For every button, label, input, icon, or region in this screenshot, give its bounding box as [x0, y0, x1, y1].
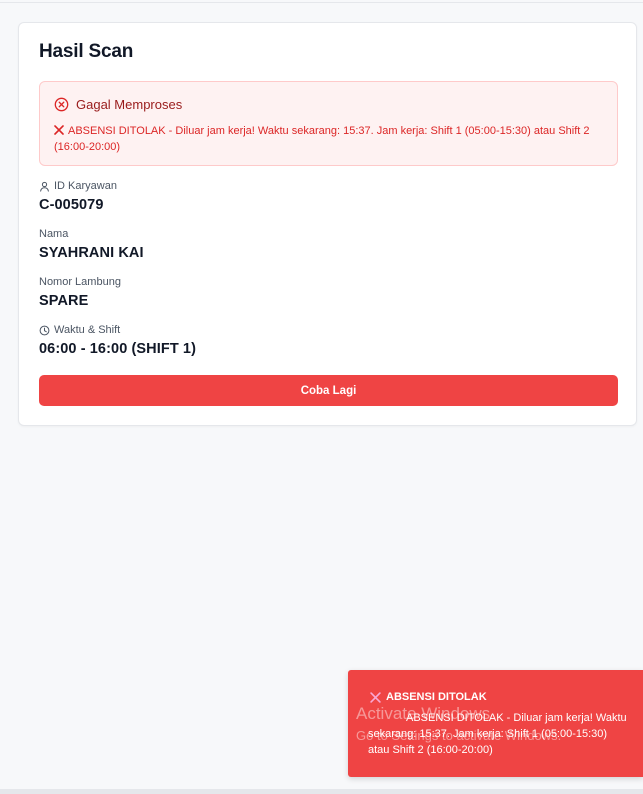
x-mark-icon: [370, 691, 381, 703]
user-icon: [40, 181, 49, 192]
employee-id-label: ID Karyawan: [54, 180, 117, 192]
alert-header: Gagal Memproses: [54, 97, 182, 112]
error-alert: Gagal Memproses ABSENSI DITOLAK - Diluar…: [39, 81, 618, 166]
x-circle-icon: [54, 97, 69, 112]
top-divider: [0, 2, 643, 3]
hull-number-label: Nomor Lambung: [39, 276, 121, 288]
watermark-line-1: Activate Windows: [356, 704, 491, 723]
time-shift-label: Waktu & Shift: [54, 324, 121, 336]
clock-icon: [39, 325, 50, 335]
field-hull-number: Nomor Lambung SPARE: [39, 275, 121, 309]
bottom-scrollbar: [0, 789, 643, 794]
field-employee-id: ID Karyawan C-005079: [39, 179, 117, 213]
x-mark-icon: [54, 124, 64, 135]
windows-activation-watermark: Activate Windows Go to Settings to activ…: [356, 703, 561, 747]
alert-message: ABSENSI DITOLAK - Diluar jam kerja! Wakt…: [54, 123, 604, 155]
scan-result-card: Hasil Scan Gagal Memproses ABSENSI DITOL…: [18, 22, 637, 426]
employee-id-value: C-005079: [39, 197, 104, 213]
alert-title: Gagal Memproses: [76, 97, 183, 112]
field-name: Nama SYAHRANI KAI: [39, 227, 144, 261]
name-value: SYAHRANI KAI: [39, 245, 144, 261]
name-label: Nama: [39, 228, 69, 240]
card-title: Hasil Scan: [39, 41, 134, 62]
watermark-line-2: Go to Settings to activate Windows.: [356, 728, 562, 743]
alert-message-text: ABSENSI DITOLAK - Diluar jam kerja! Wakt…: [54, 125, 590, 153]
retry-button[interactable]: Coba Lagi: [39, 375, 618, 406]
hull-number-value: SPARE: [39, 293, 89, 309]
time-shift-value: 06:00 - 16:00 (SHIFT 1): [39, 341, 197, 357]
toast-title: ABSENSI DITOLAK: [386, 691, 487, 703]
field-time-shift: Waktu & Shift 06:00 - 16:00 (SHIFT 1): [39, 323, 196, 357]
